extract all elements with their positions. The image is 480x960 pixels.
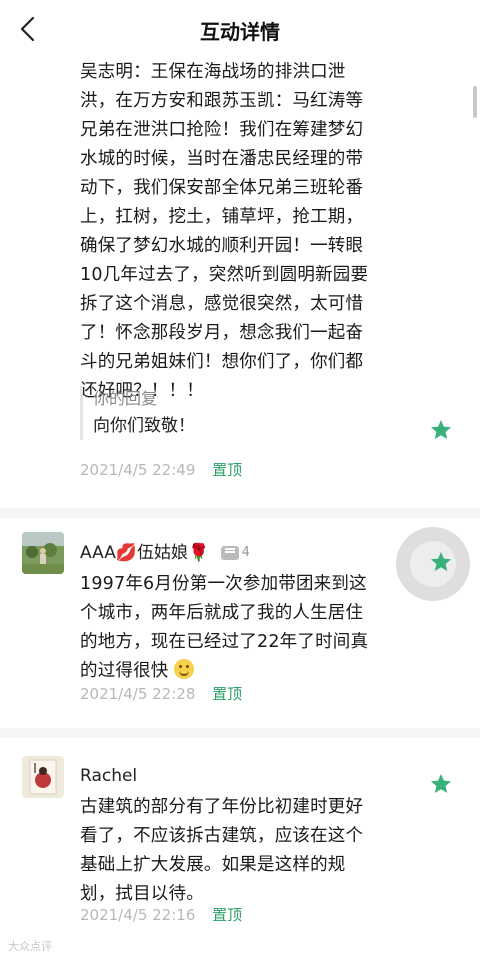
watermark-text: 大众点评 [8, 940, 52, 953]
avatar[interactable] [22, 532, 64, 574]
reply-block: 你的回复 向你们致敬！ [80, 386, 380, 440]
comment-meta: 2021/4/5 22:16 置顶 [80, 903, 242, 927]
section-divider [0, 728, 480, 738]
comment-author[interactable]: AAA💋伍姑娘🌹 4 [80, 541, 250, 565]
comment-line: 上，扛树，挖土，铺草坪，抢工期， [80, 207, 364, 227]
comment-line: 古建筑的部分有了年份比初建时更好 [80, 797, 364, 817]
header-bar: 互动详情 [0, 0, 480, 58]
comment-line: 的地方，现在已经过了22年了时间真 [80, 632, 369, 652]
reply-text: 向你们致敬！ [93, 416, 195, 436]
star-icon [431, 552, 451, 571]
smile-emoji-icon [174, 659, 195, 679]
comment-line-text: 的过得很快 [80, 661, 169, 681]
star-icon [431, 774, 451, 793]
comment-author[interactable]: Rachel [80, 764, 137, 788]
comment-text: 吴志明：王保在海战场的排洪口泄 洪，在万方安和跟苏玉凯：马红涛等 兄弟在泄洪口抢… [80, 58, 425, 406]
pin-button[interactable]: 置顶 [212, 461, 242, 479]
avatar-image [22, 756, 64, 798]
author-name: AAA💋伍姑娘🌹 [80, 543, 210, 563]
comment-meta: 2021/4/5 22:28 置顶 [80, 682, 242, 706]
comment-line: 拆了这个消息，感觉很突然，太可惜 [80, 294, 364, 314]
comment-time: 2021/4/5 22:16 [80, 906, 196, 924]
star-button[interactable] [429, 418, 453, 442]
comment-line: 吴志明：王保在海战场的排洪口泄 [80, 62, 346, 82]
comment-line: 基础上扩大发展。如果是这样的规 [80, 855, 346, 875]
star-icon [431, 420, 451, 439]
comment-text: 1997年6月份第一次参加带团来到这 个城市，两年后就成了我的人生居住 的地方，… [80, 570, 425, 686]
star-button[interactable] [429, 550, 453, 574]
comment-line: 了！怀念那段岁月，想念我们一起奋 [80, 323, 364, 343]
comment-time: 2021/4/5 22:28 [80, 685, 196, 703]
comment-line: 兄弟在泄洪口抢险！我们在筹建梦幻 [80, 120, 364, 140]
comment-line: 1997年6月份第一次参加带团来到这 [80, 574, 367, 594]
page-title: 互动详情 [200, 20, 280, 44]
comment-line: 看了，不应该拆古建筑，应该在这个 [80, 826, 364, 846]
comment-line: 洪，在万方安和跟苏玉凯：马红涛等 [80, 91, 364, 111]
watermark-logo: 大众点评 [8, 938, 52, 954]
star-button[interactable] [429, 772, 453, 796]
author-name: Rachel [80, 766, 138, 786]
comment-text: 古建筑的部分有了年份比初建时更好 看了，不应该拆古建筑，应该在这个 基础上扩大发… [80, 793, 425, 909]
avatar-image [22, 532, 64, 574]
comment-icon [220, 545, 239, 560]
comment-line: 10几年过去了，突然听到圆明新园要 [80, 265, 369, 285]
comment-line: 斗的兄弟姐妹们！想你们了，你们都 [80, 352, 364, 372]
scrollbar[interactable] [473, 86, 477, 118]
comment-line: 水城的时候，当时在潘忠民经理的带 [80, 149, 364, 169]
comment-time: 2021/4/5 22:49 [80, 461, 196, 479]
comment-line: 确保了梦幻水城的顺利开园！一转眼 [80, 236, 364, 256]
section-divider [0, 508, 480, 518]
comment-meta: 2021/4/5 22:49 置顶 [80, 458, 242, 482]
comment-line: 动下，我们保安部全体兄弟三班轮番 [80, 178, 364, 198]
comment-count-badge: 4 [220, 541, 250, 565]
comment-count: 4 [241, 545, 250, 560]
comment-line: 个城市，两年后就成了我的人生居住 [80, 603, 364, 623]
avatar[interactable] [22, 756, 64, 798]
reply-label: 你的回复 [93, 389, 158, 408]
pin-button[interactable]: 置顶 [212, 906, 242, 924]
pin-button[interactable]: 置顶 [212, 685, 242, 703]
